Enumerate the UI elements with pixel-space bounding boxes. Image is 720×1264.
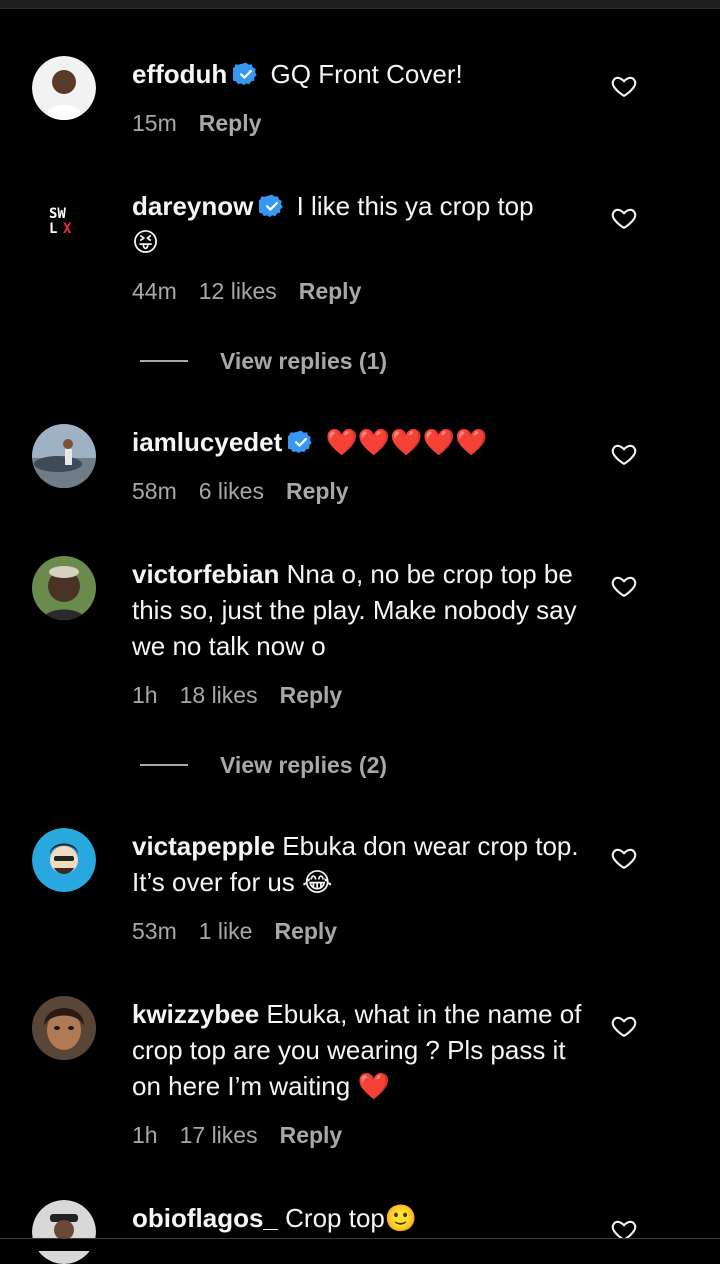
avatar[interactable] (32, 556, 96, 620)
emoji: 😂 (302, 868, 333, 898)
like-count[interactable]: 12 likes (199, 278, 277, 304)
comment-meta: 58m 6 likes Reply (132, 478, 371, 505)
comment-meta: 53m 1 like Reply (132, 918, 359, 945)
username[interactable]: effoduh (132, 59, 227, 89)
svg-text:SW: SW (49, 206, 66, 222)
svg-text:X: X (63, 221, 72, 237)
comment-time: 1h (132, 1122, 158, 1148)
reply-button[interactable]: Reply (299, 278, 362, 304)
comment-text: I like this ya crop top (296, 191, 534, 221)
comment-time: 58m (132, 478, 177, 504)
comment-text: Crop top (285, 1203, 385, 1233)
heart-outline-icon[interactable] (610, 844, 638, 872)
emoji: 🙂 (384, 1204, 418, 1234)
verified-badge-icon (233, 61, 259, 87)
comment-time: 1h (132, 682, 158, 708)
comment-time: 44m (132, 278, 177, 304)
heart-outline-icon[interactable] (610, 204, 638, 232)
like-count[interactable]: 18 likes (180, 682, 258, 708)
reply-button[interactable]: Reply (286, 478, 349, 504)
reply-button[interactable]: Reply (199, 110, 262, 136)
top-status-strip (0, 0, 720, 9)
username[interactable]: victapepple (132, 831, 275, 861)
verified-badge-icon (259, 193, 285, 219)
comment-body: kwizzybee Ebuka, what in the name of cro… (132, 996, 582, 1105)
reply-button[interactable]: Reply (274, 918, 337, 944)
avatar[interactable] (32, 828, 96, 892)
reply-button[interactable]: Reply (280, 682, 343, 708)
heart-outline-icon[interactable] (610, 440, 638, 468)
svg-text:L: L (49, 221, 57, 237)
view-replies-label: View replies (1) (220, 347, 388, 374)
comment-body: iamlucyedet ❤️❤️❤️❤️❤️ (132, 424, 582, 461)
verified-badge-icon (288, 429, 314, 455)
comment-body: effoduh GQ Front Cover! (132, 56, 582, 92)
divider (140, 360, 188, 362)
comment-body: obioflagos_ Crop top🙂 (132, 1200, 582, 1237)
like-count[interactable]: 1 like (199, 918, 253, 944)
username[interactable]: dareynow (132, 191, 253, 221)
avatar[interactable] (32, 1200, 96, 1264)
username[interactable]: iamlucyedet (132, 427, 282, 457)
username[interactable]: victorfebian (132, 559, 279, 589)
avatar[interactable] (32, 56, 96, 120)
comment-meta: 1h 17 likes Reply (132, 1122, 364, 1149)
like-count[interactable]: 6 likes (199, 478, 264, 504)
comment-meta: 15m Reply (132, 110, 283, 137)
view-replies-button[interactable]: View replies (1) (140, 346, 387, 376)
username[interactable]: kwizzybee (132, 999, 259, 1029)
divider (140, 764, 188, 766)
view-replies-button[interactable]: View replies (2) (140, 750, 387, 780)
comment-meta: 44m 12 likes Reply (132, 278, 383, 305)
avatar[interactable]: SW L X (32, 188, 96, 252)
avatar[interactable] (32, 996, 96, 1060)
view-replies-label: View replies (2) (220, 751, 388, 778)
comment-time: 53m (132, 918, 177, 944)
comment-time: 15m (132, 110, 177, 136)
emoji: ❤️❤️❤️❤️❤️ (325, 428, 488, 458)
avatar[interactable] (32, 424, 96, 488)
heart-outline-icon[interactable] (610, 1012, 638, 1040)
comment-meta: 1h 18 likes Reply (132, 682, 364, 709)
like-count[interactable]: 17 likes (180, 1122, 258, 1148)
comment-body: dareynow I like this ya crop top 😝 (132, 188, 582, 261)
username[interactable]: obioflagos_ (132, 1203, 278, 1233)
comment-body: victorfebian Nna o, no be crop top be th… (132, 556, 582, 664)
heart-outline-icon[interactable] (610, 72, 638, 100)
heart-outline-icon[interactable] (610, 572, 638, 600)
reply-button[interactable]: Reply (280, 1122, 343, 1148)
emoji: 😝 (132, 228, 160, 258)
bottom-edge (0, 1238, 720, 1251)
comment-body: victapepple Ebuka don wear crop top. It’… (132, 828, 582, 901)
comment-text: GQ Front Cover! (270, 59, 463, 89)
emoji: ❤️ (357, 1072, 390, 1102)
